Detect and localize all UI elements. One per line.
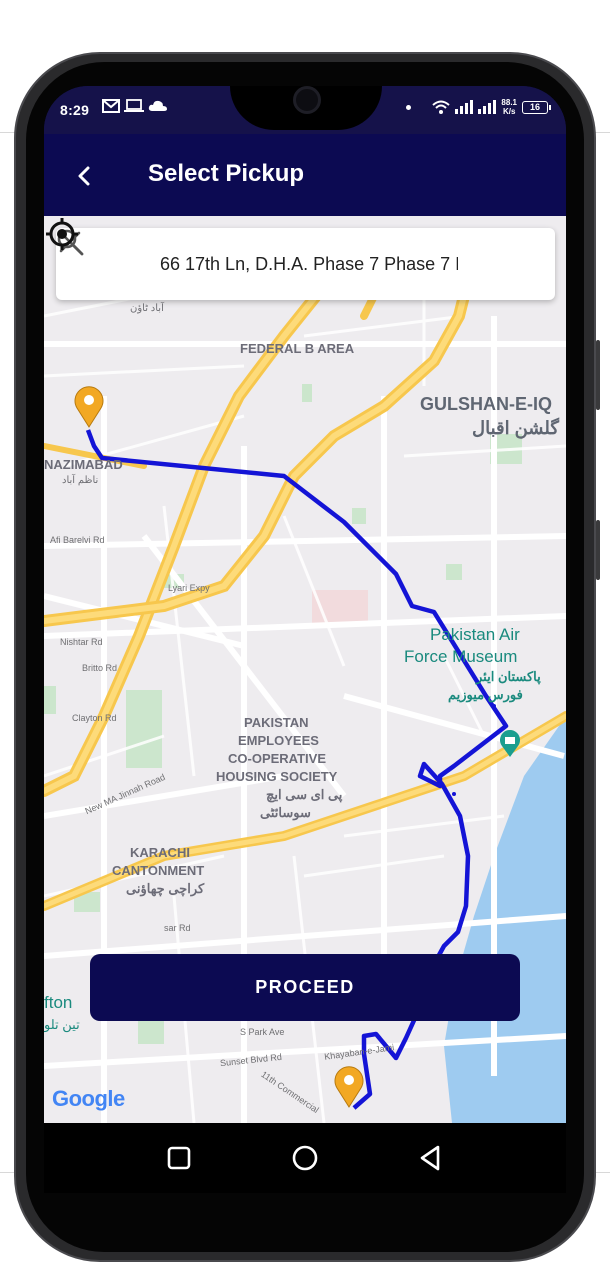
- status-right: 88.1 K/s 16: [406, 98, 551, 116]
- map-label: NAZIMABAD: [44, 457, 123, 472]
- background-divider: [594, 1172, 610, 1173]
- park-area: [446, 564, 462, 580]
- volume-button: [596, 340, 600, 410]
- power-button: [596, 520, 600, 580]
- system-nav-bar: [44, 1123, 566, 1193]
- road-label: Britto Rd: [82, 663, 118, 673]
- map-label: GULSHAN-E-IQ: [420, 394, 552, 414]
- gmail-icon: [102, 99, 120, 113]
- map-label: گلشن اقبال: [472, 418, 559, 438]
- background-divider: [594, 132, 610, 133]
- screen: 8:29 88.1 K/s 16 Select Pickup آباد ٹاؤن…: [44, 86, 566, 1123]
- chevron-left-icon: [78, 166, 90, 186]
- road-label: Clayton Rd: [72, 713, 117, 723]
- network-speed-unit: K/s: [502, 107, 516, 116]
- battery-icon: 16: [522, 100, 551, 114]
- laptop-icon: [124, 99, 144, 112]
- search-bar[interactable]: 66 17th Ln, D.H.A. Phase 7 Phase 7 E: [56, 228, 555, 300]
- map-label: CANTONMENT: [112, 863, 205, 878]
- map-label: تین تلو: [44, 1017, 80, 1032]
- proceed-button[interactable]: PROCEED: [90, 954, 520, 1021]
- status-time: 8:29: [60, 102, 90, 118]
- park-area: [126, 690, 162, 768]
- map-label: پاکستان ایئر: [476, 669, 541, 684]
- map-label: EMPLOYEES: [238, 733, 319, 748]
- map-label: PAKISTAN: [244, 715, 309, 730]
- cloud-icon: [148, 100, 167, 111]
- page: 8:29 88.1 K/s 16 Select Pickup آباد ٹاؤن…: [0, 0, 610, 1280]
- map-label: کراچی چھاؤنی: [126, 881, 205, 896]
- battery-level: 16: [529, 102, 540, 112]
- map-label: FEDERAL B AREA: [240, 341, 355, 356]
- my-location-icon[interactable]: [44, 216, 80, 252]
- museum-pin-icon: [500, 730, 520, 757]
- map-label: آباد ٹاؤن: [130, 303, 164, 314]
- destination-pin-icon: [334, 1066, 364, 1108]
- notification-icons: [102, 99, 168, 113]
- recents-icon[interactable]: [164, 1143, 194, 1173]
- page-title: Select Pickup: [148, 160, 305, 187]
- front-camera: [293, 86, 321, 114]
- map-view[interactable]: آباد ٹاؤن FEDERAL B AREA GULSHAN-E-IQ گل…: [44, 216, 566, 1123]
- proceed-button-label: PROCEED: [255, 977, 355, 997]
- park-area: [352, 508, 366, 524]
- road-label: Lyari Expy: [168, 583, 210, 593]
- road-label: S Park Ave: [240, 1027, 285, 1037]
- road-label: Nishtar Rd: [60, 637, 103, 647]
- search-input[interactable]: 66 17th Ln, D.H.A. Phase 7 Phase 7 E: [160, 254, 458, 275]
- map-label: Force Museum: [404, 647, 518, 666]
- map-label: سوسائٹی: [260, 805, 311, 820]
- google-logo-text: Google: [52, 1086, 125, 1111]
- map-label: Pakistan Air: [430, 625, 520, 644]
- map-label: پی ای سی ایچ: [266, 787, 343, 802]
- park-area: [138, 1020, 164, 1044]
- map-label: fton: [44, 993, 73, 1012]
- network-speed-value: 88.1: [501, 98, 517, 107]
- road-label: sar Rd: [164, 923, 191, 933]
- road-label: Afi Barelvi Rd: [50, 535, 105, 545]
- origin-pin-icon: [74, 386, 104, 428]
- map-label: فورس میوزیم: [448, 687, 523, 702]
- back-nav-icon[interactable]: [416, 1143, 446, 1173]
- google-logo: Google: [52, 1086, 125, 1112]
- map-label: CO-OPERATIVE: [228, 751, 326, 766]
- signal-icon: [478, 100, 497, 114]
- notification-dot-icon: [406, 104, 412, 110]
- app-bar: Select Pickup: [44, 134, 566, 216]
- park-area: [302, 384, 312, 402]
- status-bar: 8:29 88.1 K/s 16: [44, 86, 566, 134]
- map-label: HOUSING SOCIETY: [216, 769, 338, 784]
- map-label: KARACHI: [130, 845, 190, 860]
- network-speed: 88.1 K/s: [501, 98, 517, 116]
- signal-icon: [455, 100, 474, 114]
- park-area: [44, 686, 56, 714]
- home-icon[interactable]: [290, 1143, 320, 1173]
- wifi-icon: [432, 100, 451, 114]
- map-label: ناظم آباد: [62, 475, 99, 486]
- back-button[interactable]: [66, 158, 102, 194]
